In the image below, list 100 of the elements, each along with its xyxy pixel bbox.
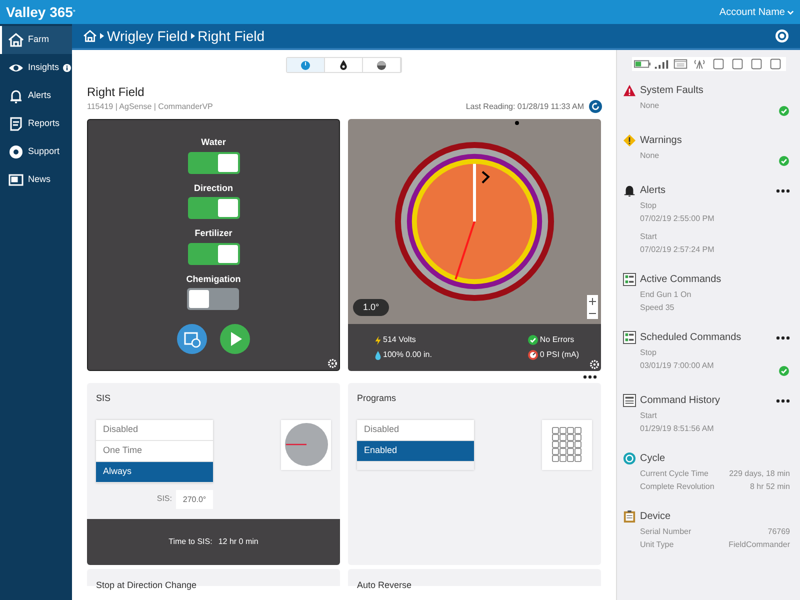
more-icon[interactable]: [776, 398, 790, 402]
zoom-in-icon[interactable]: [589, 298, 596, 304]
refresh-icon[interactable]: [589, 100, 602, 113]
newspaper-icon: [8, 172, 24, 188]
section-text: 07/02/19 2:57:24 PM: [640, 245, 714, 255]
status-reading: No Errors: [540, 334, 574, 346]
section-title: Alerts: [640, 184, 667, 198]
history-list-icon: [623, 394, 636, 407]
battery-icon: [634, 58, 650, 70]
last-reading: Last Reading: 01/28/19 11:33 AM: [466, 100, 584, 112]
check-circle-icon: [779, 106, 789, 116]
status-reading: 0 PSI (mA): [540, 349, 579, 361]
section-text: 07/02/19 2:55:00 PM: [640, 214, 714, 224]
settings-icon[interactable]: [328, 359, 337, 368]
sis-angle-drawing: [284, 423, 328, 466]
toggle-label: Direction: [194, 182, 233, 194]
chevron-down-icon: [787, 10, 794, 14]
bell-icon: [623, 184, 636, 197]
more-icon[interactable]: [776, 336, 790, 340]
check-circle-icon: [528, 335, 538, 345]
option-item[interactable]: Always: [96, 462, 213, 482]
water-drop-icon: [339, 60, 348, 70]
toggle-switch[interactable]: [188, 197, 240, 219]
section-text: 01/29/19 8:51:56 AM: [640, 424, 714, 434]
schedule-button[interactable]: [177, 324, 207, 354]
row-value: 8 hr 52 min: [750, 482, 790, 492]
toggle-label: Fertilizer: [194, 227, 232, 240]
play-button[interactable]: [220, 324, 250, 354]
panel-title: Auto Reverse: [357, 580, 412, 590]
sidebar-item[interactable]: Insights: [0, 54, 72, 82]
section-text: None: [640, 101, 660, 111]
row-value: FieldCommander: [728, 540, 790, 550]
caret-icon: [190, 33, 195, 39]
sidebar-item[interactable]: Farm: [0, 26, 72, 54]
command-list-icon: [623, 331, 636, 344]
warning-triangle-icon: [623, 84, 636, 97]
angle-badge: 1.0°: [353, 298, 390, 316]
sis-angle-field[interactable]: 270.0°: [176, 490, 213, 508]
globe-icon: [377, 60, 386, 70]
toggle-switch[interactable]: [188, 152, 240, 174]
breadcrumb-link[interactable]: Wrigley Field: [107, 26, 188, 46]
section-title: System Faults: [640, 84, 704, 98]
signal-bars-icon: [652, 58, 670, 70]
zoom-control[interactable]: [587, 295, 598, 319]
field-subtitle: 115419 | AgSense | CommanderVP: [87, 101, 213, 113]
document-icon: [8, 116, 24, 132]
time-value: 12 hr 0 min: [218, 536, 258, 548]
command-list-icon: [623, 273, 636, 286]
more-icon[interactable]: [776, 188, 790, 192]
status-reading: 100% 0.00 in.: [383, 349, 432, 361]
toggle-label: Water: [201, 136, 226, 149]
brand-logo[interactable]: Valley 365$^{°}$: [6, 2, 76, 22]
row-value: 76769: [768, 527, 790, 537]
row-label: Current Cycle Time: [640, 469, 708, 479]
row-label: Serial Number: [640, 527, 692, 537]
status-reading: 514 Volts: [383, 334, 416, 346]
toggle-switch[interactable]: [188, 242, 240, 264]
section-text: End Gun 1 On: [640, 290, 692, 300]
account-menu[interactable]: Account Name: [719, 4, 794, 20]
more-icon[interactable]: [583, 375, 597, 379]
program-grid-icon: [552, 426, 582, 462]
section-title: Active Commands: [640, 273, 722, 287]
settings-icon[interactable]: [590, 360, 599, 369]
sidebar-item[interactable]: Support: [0, 138, 72, 166]
sidebar-item[interactable]: News: [0, 166, 72, 194]
option-item[interactable]: Disabled: [96, 420, 213, 440]
panel-icon: [672, 58, 688, 70]
option-item[interactable]: Enabled: [357, 440, 474, 462]
section-text: Start: [640, 232, 657, 242]
toggle-label: Chemigation: [186, 272, 241, 286]
pivot-icon: [301, 60, 310, 70]
section-text: Stop: [640, 348, 656, 358]
option-item[interactable]: One Time: [96, 440, 213, 462]
panel-title: Stop at Direction Change: [96, 580, 197, 590]
house-icon[interactable]: [83, 30, 97, 42]
option-item[interactable]: Disabled: [357, 420, 474, 440]
row-label: Unit Type: [640, 540, 674, 550]
section-title: Cycle: [640, 452, 666, 466]
section-text: Speed 35: [640, 303, 674, 313]
gauge-icon: [528, 350, 538, 360]
time-label: Time to SIS:: [168, 536, 212, 548]
row-value: 229 days, 18 min: [729, 469, 790, 479]
section-text: None: [640, 151, 660, 161]
breadcrumb-link[interactable]: Right Field: [198, 26, 265, 46]
caret-icon: [100, 33, 104, 39]
house-icon: [8, 32, 24, 48]
row-label: Complete Revolution: [640, 482, 714, 492]
settings-icon[interactable]: [775, 29, 789, 43]
section-title: Warnings: [640, 134, 683, 148]
field-title: Right Field: [87, 84, 146, 101]
sidebar-item[interactable]: Reports: [0, 110, 72, 138]
water-drop-icon: [375, 350, 381, 360]
section-text: Start: [640, 411, 657, 421]
section-text: 03/01/19 7:00:00 AM: [640, 361, 714, 371]
sidebar-item[interactable]: Alerts: [0, 82, 72, 110]
toggle-switch[interactable]: [187, 288, 240, 310]
section-text: Stop: [640, 201, 656, 211]
warning-diamond-icon: [623, 134, 636, 147]
bell-icon: [8, 88, 24, 104]
panel-title: SIS: [95, 392, 112, 405]
